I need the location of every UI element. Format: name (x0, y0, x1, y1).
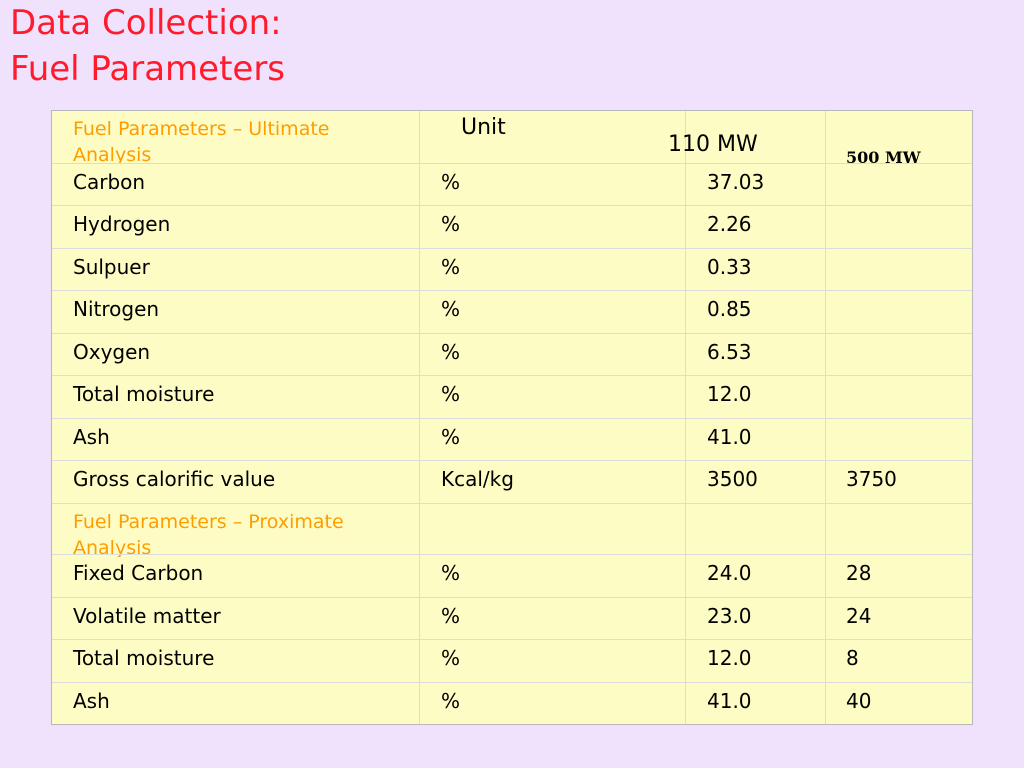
fuel-parameters-table: Fuel Parameters – Ultimate Analysis Unit… (51, 110, 973, 725)
parameter-name: Volatile matter (73, 604, 221, 628)
parameter-name: Carbon (73, 170, 146, 194)
parameter-unit: % (441, 382, 461, 406)
table-row: Carbon % 37.03 (52, 163, 972, 206)
parameter-name: Hydrogen (73, 212, 171, 236)
parameter-name: Ash (73, 689, 110, 713)
parameter-unit: % (441, 340, 461, 364)
value-110mw: 2.26 (707, 212, 752, 236)
value-110mw: 24.0 (707, 561, 752, 585)
unit-column-header: Unit (461, 115, 506, 140)
value-110mw: 41.0 (707, 425, 752, 449)
parameter-unit: % (441, 646, 461, 670)
value-110mw: 12.0 (707, 382, 752, 406)
parameter-unit: Kcal/kg (441, 467, 514, 491)
table-row: Sulpuer % 0.33 (52, 248, 972, 291)
parameter-unit: % (441, 297, 461, 321)
slide-title: Data Collection: Fuel Parameters (10, 0, 285, 92)
table-row: Ash % 41.0 (52, 418, 972, 461)
parameter-unit: % (441, 689, 461, 713)
parameter-unit: % (441, 604, 461, 628)
parameter-name: Nitrogen (73, 297, 160, 321)
parameter-name: Ash (73, 425, 110, 449)
title-line-1: Data Collection: (10, 3, 282, 43)
table-row: Nitrogen % 0.85 (52, 290, 972, 333)
title-line-2: Fuel Parameters (10, 49, 286, 89)
110mw-column-header: 110 MW (668, 132, 758, 157)
parameter-unit: % (441, 170, 461, 194)
parameter-name: Gross calorific value (73, 467, 276, 491)
value-110mw: 23.0 (707, 604, 752, 628)
parameter-unit: % (441, 255, 461, 279)
table-row: Fixed Carbon % 24.0 28 (52, 554, 972, 597)
value-110mw: 37.03 (707, 170, 765, 194)
value-110mw: 0.33 (707, 255, 752, 279)
value-500mw: 24 (846, 604, 872, 628)
table-row: Oxygen % 6.53 (52, 333, 972, 376)
value-110mw: 41.0 (707, 689, 752, 713)
table-row: Total moisture % 12.0 8 (52, 639, 972, 682)
table-row: Gross calorific value Kcal/kg 3500 3750 (52, 460, 972, 503)
parameter-unit: % (441, 212, 461, 236)
parameter-name: Total moisture (73, 382, 215, 406)
parameter-name: Total moisture (73, 646, 215, 670)
ultimate-analysis-header: Fuel Parameters – Ultimate Analysis (73, 118, 330, 164)
proximate-analysis-header: Fuel Parameters – Proximate Analysis (73, 511, 344, 557)
table-row: Hydrogen % 2.26 (52, 205, 972, 248)
table-row: Total moisture % 12.0 (52, 375, 972, 418)
table-header-row: Fuel Parameters – Ultimate Analysis Unit… (52, 111, 972, 165)
parameter-unit: % (441, 425, 461, 449)
table-row: Volatile matter % 23.0 24 (52, 597, 972, 640)
value-500mw: 28 (846, 561, 872, 585)
parameter-name: Sulpuer (73, 255, 150, 279)
value-110mw: 0.85 (707, 297, 752, 321)
500mw-column-header: 500 MW (846, 148, 921, 163)
parameter-name: Oxygen (73, 340, 151, 364)
value-110mw: 6.53 (707, 340, 752, 364)
value-500mw: 3750 (846, 467, 897, 491)
value-110mw: 12.0 (707, 646, 752, 670)
table-row: Ash % 41.0 40 (52, 682, 972, 724)
value-110mw: 3500 (707, 467, 758, 491)
value-500mw: 8 (846, 646, 859, 670)
value-500mw: 40 (846, 689, 872, 713)
proximate-section-row: Fuel Parameters – Proximate Analysis (52, 503, 972, 557)
parameter-name: Fixed Carbon (73, 561, 204, 585)
parameter-unit: % (441, 561, 461, 585)
